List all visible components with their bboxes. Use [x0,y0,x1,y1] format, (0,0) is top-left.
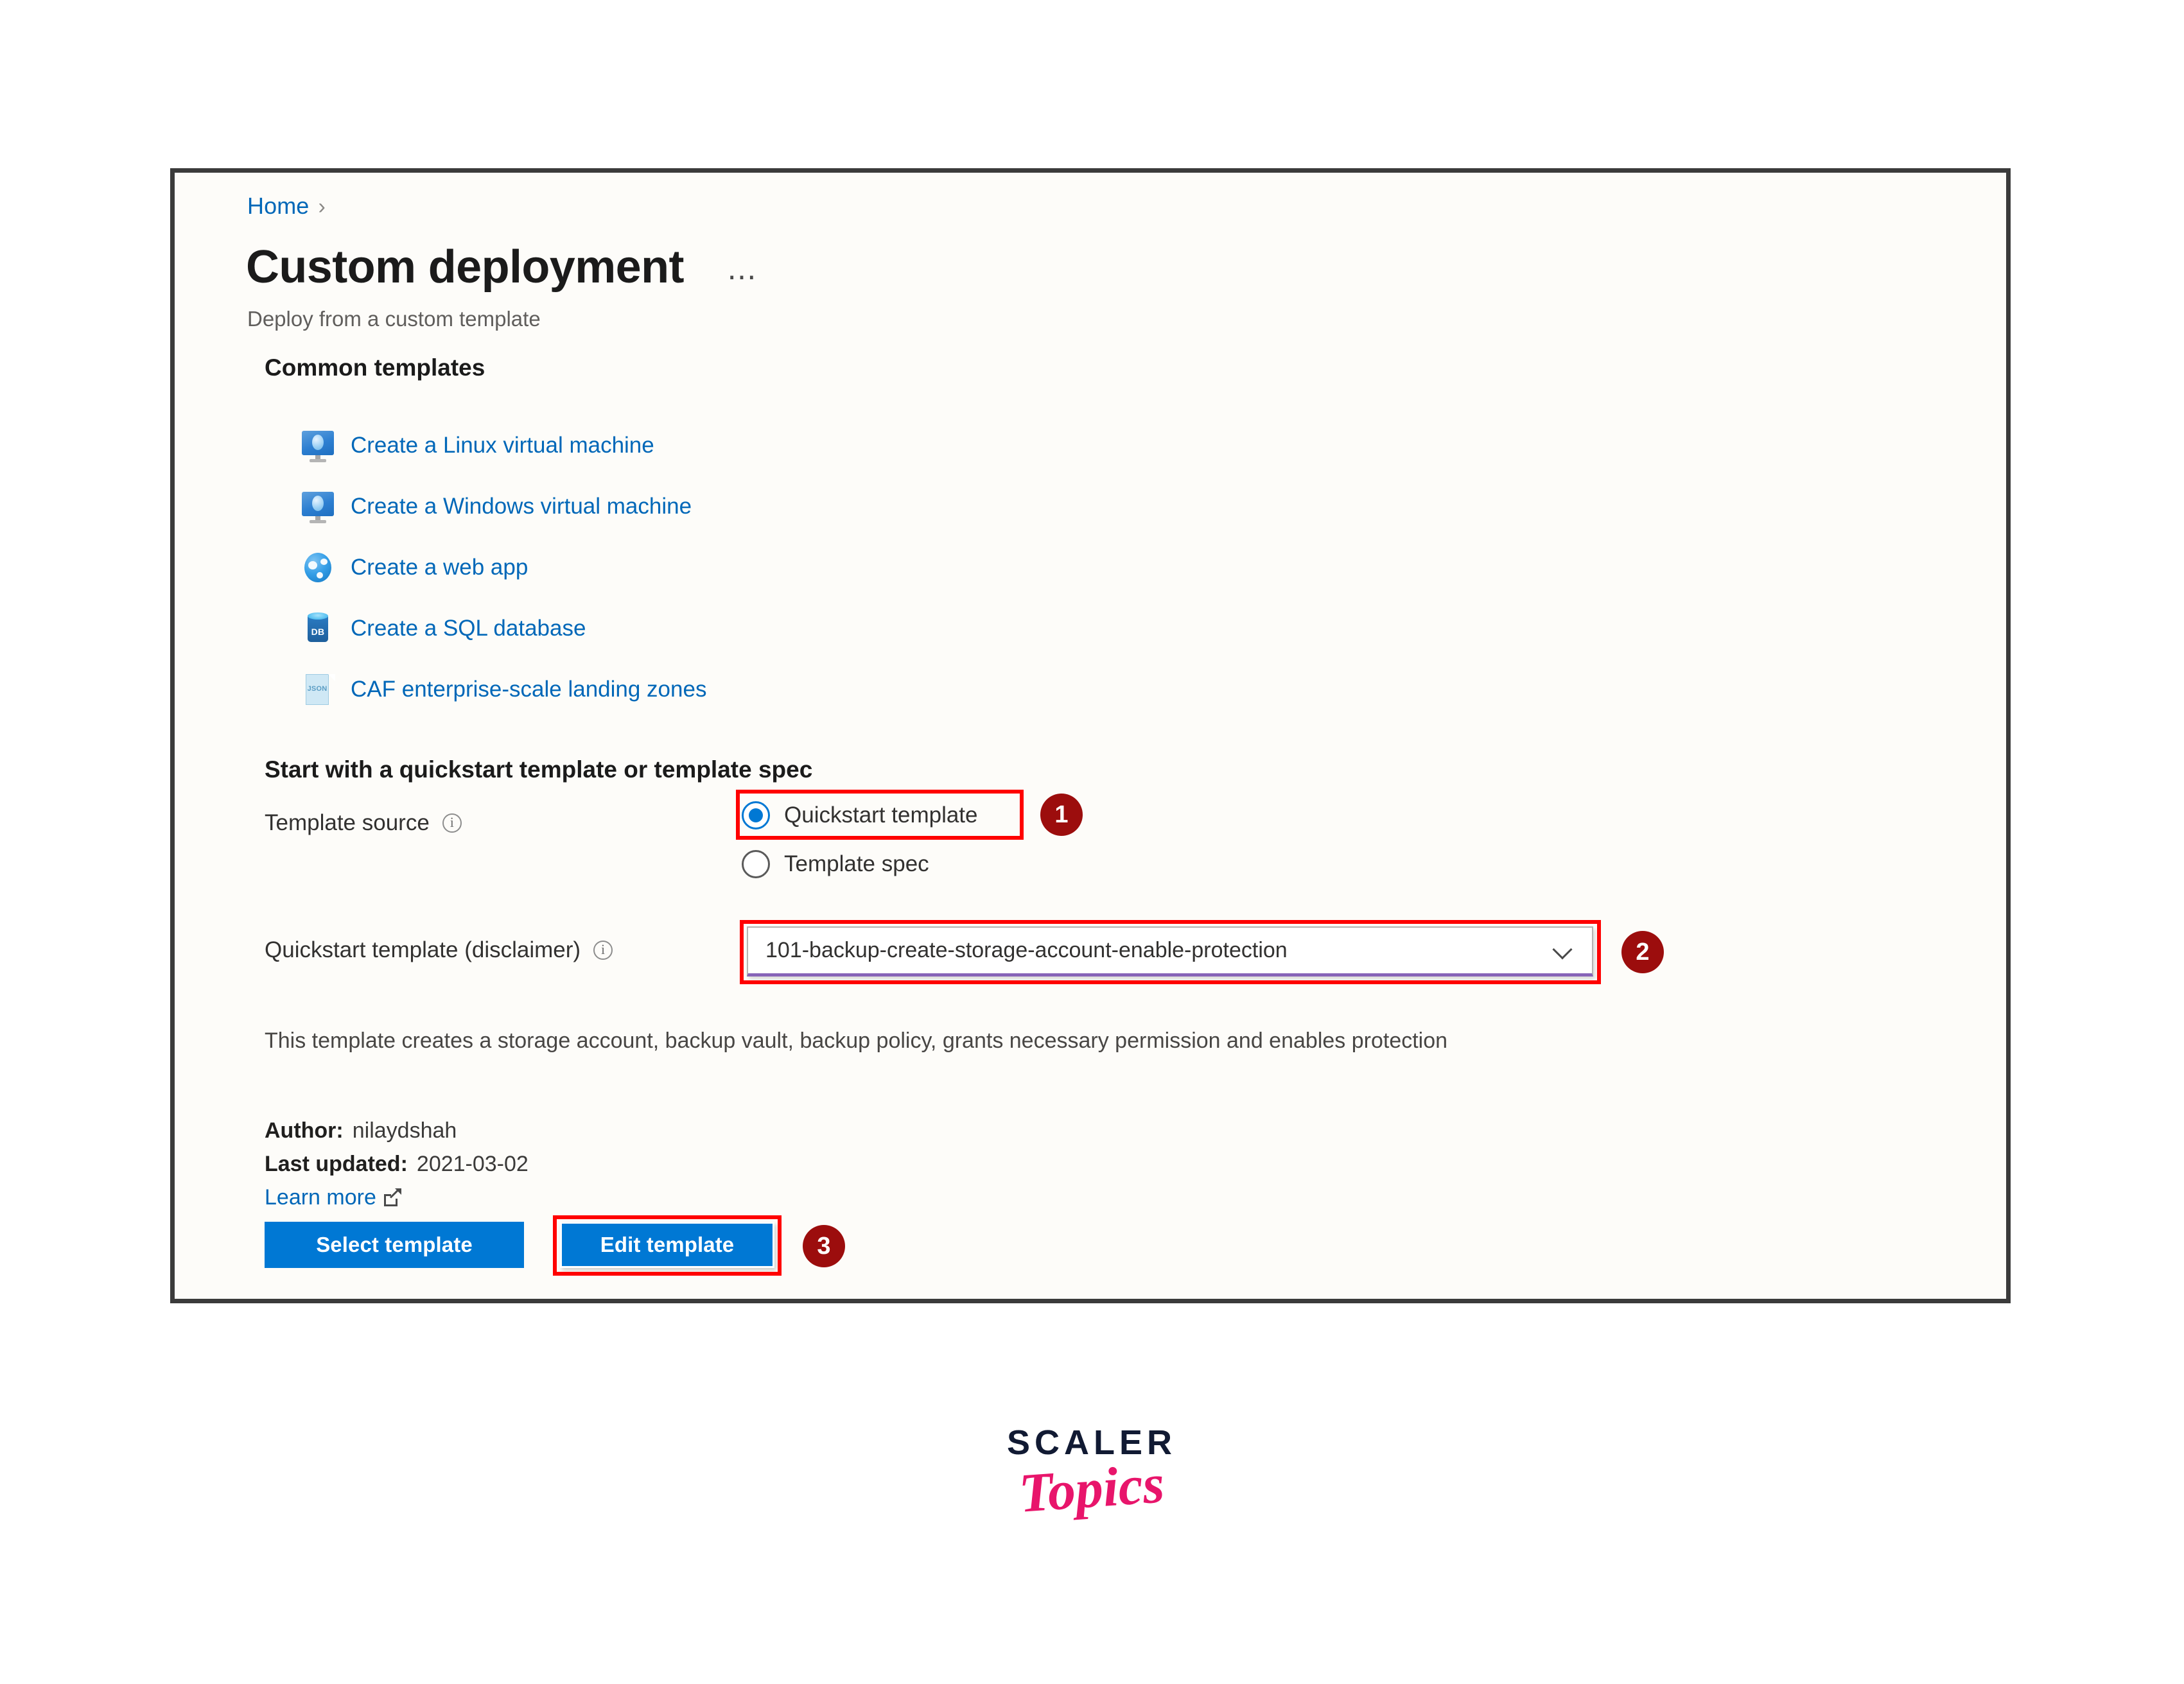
json-file-icon-text: JSON [307,684,328,693]
template-link-web-app[interactable]: Create a web app [301,537,1200,598]
step-badge-1: 1 [1040,794,1083,836]
page-title: Custom deployment [246,241,684,293]
template-link-windows-vm[interactable]: Create a Windows virtual machine [301,476,1200,537]
info-icon[interactable] [442,813,462,833]
scaler-topics-logo: SCALER Topics [989,1423,1194,1524]
breadcrumb: Home › [247,193,326,220]
learn-more-label: Learn more [265,1185,376,1210]
breadcrumb-separator-icon: › [318,195,326,219]
quickstart-template-label: Quickstart template (disclaimer) [265,937,613,963]
json-file-icon: JSON [301,672,335,707]
breadcrumb-home-link[interactable]: Home [247,193,309,219]
radio-quickstart-template[interactable]: Quickstart template [742,791,978,840]
linux-vm-icon [301,428,335,463]
external-link-icon [383,1188,401,1206]
template-link-label: CAF enterprise-scale landing zones [351,676,707,702]
common-templates-list: Create a Linux virtual machine Create a … [301,415,1200,720]
radio-template-spec[interactable]: Template spec [742,840,978,889]
web-app-icon [301,550,335,585]
template-source-label-text: Template source [265,810,430,835]
chevron-down-icon [1553,941,1573,960]
radio-label: Quickstart template [784,803,978,828]
topics-wordmark: Topics [1017,1452,1167,1524]
template-source-radio-group: Quickstart template Template spec [742,791,978,889]
radio-label: Template spec [784,851,929,876]
template-link-sql-database[interactable]: DB Create a SQL database [301,598,1200,659]
author-key: Author: [265,1118,344,1143]
quickstart-section-heading: Start with a quickstart template or temp… [265,756,813,783]
sql-database-icon-text: DB [311,626,325,637]
more-options-icon[interactable]: ⋯ [727,262,758,291]
info-icon[interactable] [593,940,613,960]
scaler-wordmark: SCALER [1006,1423,1176,1462]
common-templates-heading: Common templates [265,354,485,381]
quickstart-template-dropdown-value: 101-backup-create-storage-account-enable… [765,938,1288,962]
edit-template-button[interactable]: Edit template [560,1222,774,1268]
template-link-label: Create a Linux virtual machine [351,432,654,458]
step-badge-3: 3 [803,1225,845,1267]
last-updated-value: 2021-03-02 [416,1152,529,1176]
quickstart-template-dropdown[interactable]: 101-backup-create-storage-account-enable… [747,926,1593,977]
sql-database-icon: DB [301,611,335,646]
template-source-label: Template source [265,810,462,836]
quickstart-template-label-text: Quickstart template (disclaimer) [265,937,581,962]
template-description: This template creates a storage account,… [265,1029,1448,1053]
last-updated-key: Last updated: [265,1152,408,1176]
template-link-label: Create a Windows virtual machine [351,493,692,519]
template-last-updated: Last updated: 2021-03-02 [265,1152,529,1177]
template-link-label: Create a SQL database [351,615,586,641]
learn-more-link[interactable]: Learn more [265,1185,401,1210]
windows-vm-icon [301,489,335,524]
template-link-label: Create a web app [351,554,529,580]
radio-button-icon [742,850,770,878]
template-link-linux-vm[interactable]: Create a Linux virtual machine [301,415,1200,476]
author-value: nilaydshah [352,1118,457,1143]
step-badge-2: 2 [1621,931,1664,973]
template-author: Author: nilaydshah [265,1118,457,1143]
radio-button-icon [742,801,770,829]
template-link-caf-landing-zones[interactable]: JSON CAF enterprise-scale landing zones [301,659,1200,720]
select-template-button[interactable]: Select template [265,1222,524,1268]
page-subtitle: Deploy from a custom template [247,307,541,331]
